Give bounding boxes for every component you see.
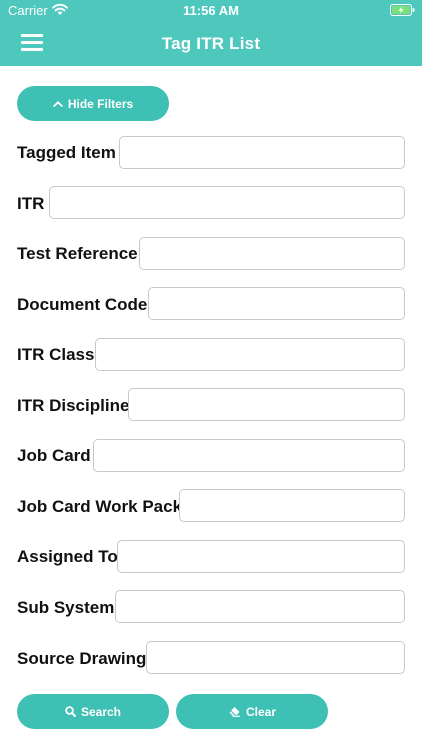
nav-bar: Tag ITR List (0, 22, 422, 66)
hide-filters-button[interactable]: Hide Filters (17, 86, 169, 121)
status-time: 11:56 AM (183, 3, 239, 18)
search-button-label: Search (80, 704, 122, 719)
field-label-assigned-to: Assigned To (17, 547, 118, 566)
hide-filters-label: Hide Filters (67, 96, 134, 111)
field-label-sub-system: Sub System (17, 598, 115, 617)
field-label-document-code: Document Code (17, 295, 148, 314)
field-label-test-reference: Test Reference (17, 244, 138, 263)
chevron-up-icon (53, 101, 63, 107)
assigned-to-input[interactable] (117, 540, 405, 573)
search-icon (65, 706, 76, 717)
page-title: Tag ITR List (161, 34, 261, 53)
itr-input[interactable] (49, 186, 405, 219)
test-reference-input[interactable] (139, 237, 405, 270)
clear-button-label: Clear (245, 704, 277, 719)
field-label-itr-discipline: ITR Discipline (17, 396, 130, 415)
tagged-item-input[interactable] (119, 136, 405, 169)
status-bar: Carrier 11:56 AM (0, 0, 422, 22)
field-label-source-drawing: Source Drawing (17, 649, 147, 668)
source-drawing-input[interactable] (146, 641, 405, 674)
itr-discipline-input[interactable] (128, 388, 405, 421)
field-label-tagged-item: Tagged Item (17, 143, 116, 162)
battery-charging-icon (390, 4, 415, 16)
eraser-icon (229, 707, 240, 717)
field-label-itr: ITR (17, 194, 45, 213)
field-label-job-card-work-pack: Job Card Work Pack (17, 497, 183, 516)
document-code-input[interactable] (148, 287, 405, 320)
itr-class-input[interactable] (95, 338, 405, 371)
field-label-itr-class: ITR Class (17, 345, 95, 364)
job-card-work-pack-input[interactable] (179, 489, 405, 522)
field-label-job-card: Job Card (17, 446, 91, 465)
job-card-input[interactable] (93, 439, 405, 472)
clear-button[interactable]: Clear (176, 694, 328, 729)
search-button[interactable]: Search (17, 694, 169, 729)
sub-system-input[interactable] (115, 590, 405, 623)
